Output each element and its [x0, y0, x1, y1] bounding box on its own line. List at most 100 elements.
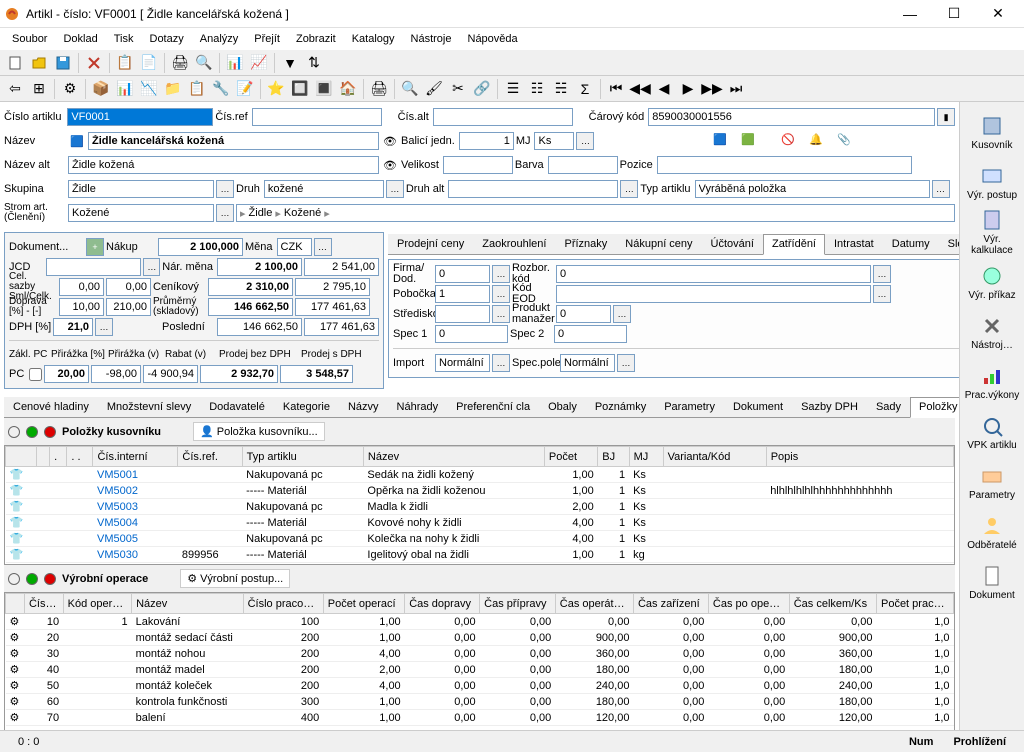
table-row[interactable]: ⚙30montáž nohou2004,000,000,00360,000,00… — [6, 646, 954, 662]
table-row[interactable]: 👕VM5004----- MateriálKovové nohy k židli… — [6, 515, 954, 531]
sidebar-kusovnik[interactable]: Kusovník — [962, 108, 1022, 156]
preview-icon[interactable]: 🔍 — [193, 52, 215, 74]
circle-icon[interactable] — [8, 573, 20, 585]
dots-button[interactable]: … — [143, 258, 160, 276]
input-produkt[interactable] — [556, 305, 611, 323]
status-icon-bell[interactable]: 🔔 — [809, 133, 825, 149]
tb2-icon[interactable]: ✂ — [447, 78, 469, 100]
tb2-icon[interactable]: 📁 — [162, 78, 184, 100]
input-nazev[interactable] — [88, 132, 379, 150]
input-firma[interactable] — [435, 265, 490, 283]
dots-button[interactable]: … — [492, 285, 510, 303]
eye-icon[interactable]: 👁 — [381, 156, 399, 174]
th[interactable]: Čas dopravy — [405, 594, 480, 614]
star-icon[interactable]: ⭐ — [265, 78, 287, 100]
sidebar-vpk-artiklu[interactable]: VPK artiklu — [962, 408, 1022, 456]
input-spec1[interactable] — [435, 325, 508, 343]
input-rv[interactable] — [143, 365, 198, 383]
input-mena[interactable] — [277, 238, 312, 256]
nav-first-icon[interactable]: ⏮ — [605, 78, 627, 100]
tab-obaly[interactable]: Obaly — [539, 397, 586, 417]
vyrobni-postup-button[interactable]: ⚙ Výrobní postup... — [180, 569, 290, 588]
dots-button[interactable]: … — [620, 180, 638, 198]
pc-checkbox[interactable] — [29, 368, 42, 381]
maximize-button[interactable]: ☐ — [932, 1, 976, 27]
tab-nakupni-ceny[interactable]: Nákupní ceny — [616, 234, 701, 254]
input-balici[interactable] — [459, 132, 514, 150]
eye-icon[interactable]: 👁 — [381, 132, 399, 150]
input-pc[interactable] — [44, 365, 89, 383]
report-icon[interactable]: 📊 — [224, 52, 246, 74]
sidebar-parametry[interactable]: Parametry — [962, 458, 1022, 506]
menu-doklad[interactable]: Doklad — [55, 31, 105, 47]
menu-napoveda[interactable]: Nápověda — [460, 31, 526, 47]
circle-red-icon[interactable] — [44, 426, 56, 438]
th[interactable]: BJ — [598, 447, 629, 467]
table-row[interactable]: ⚙60kontrola funkčnosti3001,000,000,00180… — [6, 694, 954, 710]
input-pobocka[interactable] — [435, 285, 490, 303]
tb2-icon[interactable]: 📊 — [114, 78, 136, 100]
tb2-icon[interactable]: ☷ — [526, 78, 548, 100]
tab-uctovani[interactable]: Účtování — [702, 234, 763, 254]
input-druh-alt[interactable] — [448, 180, 618, 198]
sidebar-vyr-kalkulace[interactable]: Výr. kalkulace — [962, 208, 1022, 256]
tab-pref-cla[interactable]: Preferenční cla — [447, 397, 539, 417]
menu-zobrazit[interactable]: Zobrazit — [288, 31, 344, 47]
input-kod-eod[interactable] — [556, 285, 871, 303]
th[interactable] — [6, 594, 25, 614]
table-row[interactable]: ⚙101Lakování1001,000,000,000,000,000,000… — [6, 614, 954, 630]
circle-icon[interactable] — [8, 426, 20, 438]
tab-cenove-hladiny[interactable]: Cenové hladiny — [4, 397, 98, 417]
dots-button[interactable]: … — [216, 204, 234, 222]
th[interactable]: Název — [363, 447, 544, 467]
th[interactable]: Počet prac… — [876, 594, 953, 614]
input-jcd[interactable] — [46, 258, 141, 276]
menu-tisk[interactable]: Tisk — [106, 31, 142, 47]
sum-icon[interactable]: Σ — [574, 78, 596, 100]
dots-button[interactable]: … — [932, 180, 950, 198]
tb2-icon[interactable]: 🔍 — [399, 78, 421, 100]
circle-green-icon[interactable] — [26, 573, 38, 585]
sidebar-dokument[interactable]: Dokument — [962, 558, 1022, 606]
sidebar-vyr-prikaz[interactable]: Výr. příkaz — [962, 258, 1022, 306]
tab-poznamky[interactable]: Poznámky — [586, 397, 655, 417]
dots-button[interactable]: … — [492, 305, 510, 323]
input-spec2[interactable] — [554, 325, 627, 343]
input-specpole[interactable] — [560, 354, 615, 372]
home-icon[interactable]: 🏠 — [337, 78, 359, 100]
th[interactable]: Popis — [766, 447, 953, 467]
input-nar-mena[interactable] — [217, 258, 302, 276]
breadcrumb-item[interactable]: Kožené — [284, 207, 321, 219]
tab-datumy[interactable]: Datumy — [883, 234, 939, 254]
menu-nastroje[interactable]: Nástroje — [403, 31, 460, 47]
th[interactable]: MJ — [629, 447, 663, 467]
input-carovy-kod[interactable] — [648, 108, 935, 126]
th[interactable]: Varianta/Kód — [663, 447, 766, 467]
nav-prev-page-icon[interactable]: ◀◀ — [629, 78, 651, 100]
dots-button[interactable]: … — [873, 285, 891, 303]
input-stredisko[interactable] — [435, 305, 490, 323]
th[interactable]: Čas operát… — [555, 594, 633, 614]
polozka-kusovniku-button[interactable]: 👤 Položka kusovníku... — [193, 422, 325, 441]
tb2-icon[interactable]: 📦 — [90, 78, 112, 100]
plus-icon[interactable]: + — [86, 238, 104, 256]
menu-katalogy[interactable]: Katalogy — [344, 31, 403, 47]
circle-red-icon[interactable] — [44, 573, 56, 585]
table-row[interactable]: ⚙70balení4001,000,000,00120,000,000,0012… — [6, 710, 954, 726]
dots-button[interactable]: … — [314, 238, 332, 256]
th[interactable]: Čas celkem/Ks — [789, 594, 876, 614]
th[interactable] — [37, 447, 50, 467]
tb2-icon[interactable]: ☵ — [550, 78, 572, 100]
open-icon[interactable] — [28, 52, 50, 74]
th[interactable]: Počet — [544, 447, 597, 467]
tab-sazby-dph[interactable]: Sazby DPH — [792, 397, 867, 417]
input-prumer[interactable] — [208, 298, 293, 316]
input-cislo-artiklu[interactable] — [67, 108, 213, 126]
th[interactable]: . . — [67, 447, 93, 467]
tab-dodavatele[interactable]: Dodavatelé — [200, 397, 274, 417]
th[interactable]: Počet operací — [323, 594, 404, 614]
sidebar-nastroj[interactable]: Nástroj… — [962, 308, 1022, 356]
input-ps[interactable] — [280, 365, 353, 383]
tb2-icon[interactable]: 🔳 — [313, 78, 335, 100]
input-pv[interactable] — [91, 365, 141, 383]
